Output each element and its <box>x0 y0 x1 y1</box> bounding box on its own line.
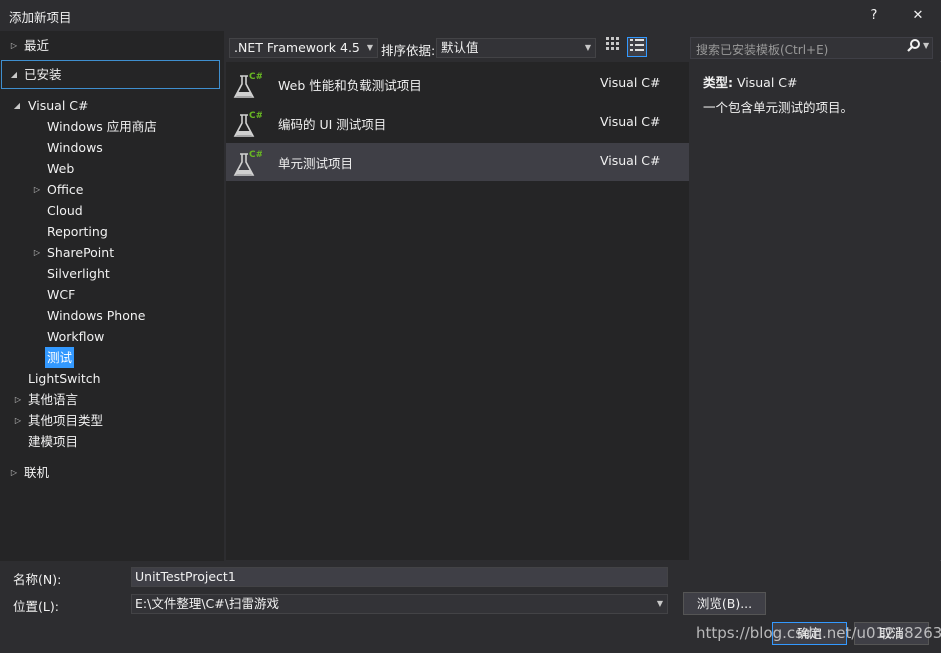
dropdown-caret-icon: ▼ <box>584 43 591 52</box>
tree-label: 其他项目类型 <box>28 413 104 428</box>
template-description-pane: 类型: Visual C# 一个包含单元测试的项目。 <box>690 62 941 560</box>
collapse-arrow-icon[interactable]: ◢ <box>9 64 19 85</box>
tree-label: Windows <box>47 140 103 155</box>
sort-label: 排序依据: <box>381 43 436 58</box>
name-label: 名称(N): <box>13 572 62 587</box>
template-language: Visual C# <box>600 75 661 90</box>
svg-text:C#: C# <box>249 111 262 121</box>
template-name: Web 性能和负载测试项目 <box>278 78 422 93</box>
expand-arrow-icon[interactable]: ▷ <box>9 462 19 483</box>
tree-item-recent[interactable]: ▷ 最近 <box>0 35 224 56</box>
template-name: 编码的 UI 测试项目 <box>278 117 387 132</box>
template-language: Visual C# <box>600 114 661 129</box>
tree-label-selected: 测试 <box>45 347 75 368</box>
template-item-web-performance[interactable]: C# Web 性能和负载测试项目 Visual C# <box>226 65 689 103</box>
expand-arrow-icon[interactable]: ▷ <box>32 242 42 263</box>
type-value: Visual C# <box>736 75 798 90</box>
search-placeholder: 搜索已安装模板(Ctrl+E) <box>696 43 829 57</box>
tree-label: LightSwitch <box>28 371 101 386</box>
tree-label: Windows Phone <box>47 308 146 323</box>
tree-label: 建模项目 <box>28 434 79 449</box>
tree-item-visual-csharp[interactable]: ◢ Visual C# <box>0 95 224 116</box>
test-project-flask-icon: C# <box>232 70 263 100</box>
test-project-flask-icon: C# <box>232 109 263 139</box>
ok-button[interactable]: 确定 <box>772 622 847 645</box>
location-combobox[interactable]: E:\文件整理\C#\扫雷游戏 ▼ <box>131 594 668 614</box>
template-language: Visual C# <box>600 153 661 168</box>
template-name: 单元测试项目 <box>278 156 354 171</box>
tree-label: 最近 <box>24 38 50 53</box>
tree-label: 联机 <box>24 465 50 480</box>
tree-label: Office <box>47 182 84 197</box>
project-name-field[interactable]: UnitTestProject1 <box>131 567 668 587</box>
template-item-unit-test[interactable]: C# 单元测试项目 Visual C# <box>226 143 689 181</box>
tree-label: Windows 应用商店 <box>47 119 157 134</box>
expand-arrow-icon[interactable]: ▷ <box>32 179 42 200</box>
dropdown-caret-icon: ▼ <box>656 599 663 608</box>
title-bar: 添加新项目 ? ✕ <box>0 0 941 31</box>
tree-label: Visual C# <box>28 98 89 113</box>
collapse-arrow-icon[interactable]: ◢ <box>12 95 22 116</box>
dropdown-caret-icon: ▼ <box>366 43 373 52</box>
dialog-title: 添加新项目 <box>9 10 72 25</box>
template-search-input[interactable]: 搜索已安装模板(Ctrl+E) ▼ <box>690 37 933 59</box>
browse-button[interactable]: 浏览(B)... <box>683 592 766 615</box>
tree-label: Web <box>47 161 75 176</box>
tree-label: 已安装 <box>24 67 62 82</box>
tree-label: WCF <box>47 287 76 302</box>
tree-label: Cloud <box>47 203 83 218</box>
search-icon[interactable] <box>907 39 920 56</box>
search-options-caret-icon[interactable]: ▼ <box>923 41 929 50</box>
template-tree: ▷ 最近 ◢ 已安装 ◢ Visual C# Windows 应用商店 Wind… <box>0 31 224 561</box>
location-value: E:\文件整理\C#\扫雷游戏 <box>135 596 279 611</box>
close-button[interactable]: ✕ <box>896 0 940 31</box>
test-project-flask-icon: C# <box>232 148 263 178</box>
list-view-icon[interactable] <box>627 37 647 57</box>
expand-arrow-icon[interactable]: ▷ <box>9 35 19 56</box>
tree-label: Silverlight <box>47 266 110 281</box>
location-label: 位置(L): <box>13 599 59 614</box>
framework-value: .NET Framework 4.5 <box>234 40 360 55</box>
tree-label: Reporting <box>47 224 108 239</box>
tree-item-installed[interactable]: ◢ 已安装 <box>0 64 224 85</box>
expand-arrow-icon[interactable]: ▷ <box>13 410 23 431</box>
template-description: 一个包含单元测试的项目。 <box>703 100 854 115</box>
expand-arrow-icon[interactable]: ▷ <box>13 389 23 410</box>
project-form: 名称(N): UnitTestProject1 位置(L): E:\文件整理\C… <box>0 561 941 653</box>
template-list: C# Web 性能和负载测试项目 Visual C# C# 编码的 UI 测试项… <box>226 62 689 560</box>
sort-dropdown[interactable]: 默认值 ▼ <box>436 38 596 58</box>
type-label: 类型: <box>703 75 733 90</box>
svg-text:C#: C# <box>249 72 262 82</box>
framework-dropdown[interactable]: .NET Framework 4.5 ▼ <box>229 38 378 58</box>
template-item-coded-ui[interactable]: C# 编码的 UI 测试项目 Visual C# <box>226 104 689 142</box>
sort-value: 默认值 <box>441 40 479 55</box>
tree-label: SharePoint <box>47 245 115 260</box>
help-button[interactable]: ? <box>852 0 896 31</box>
tree-label: Workflow <box>47 329 105 344</box>
template-type: 类型: Visual C# <box>703 72 797 91</box>
small-icons-view-icon[interactable] <box>603 37 623 57</box>
svg-text:C#: C# <box>249 150 262 160</box>
tree-label: 其他语言 <box>28 392 79 407</box>
cancel-button[interactable]: 取消 <box>854 622 929 645</box>
